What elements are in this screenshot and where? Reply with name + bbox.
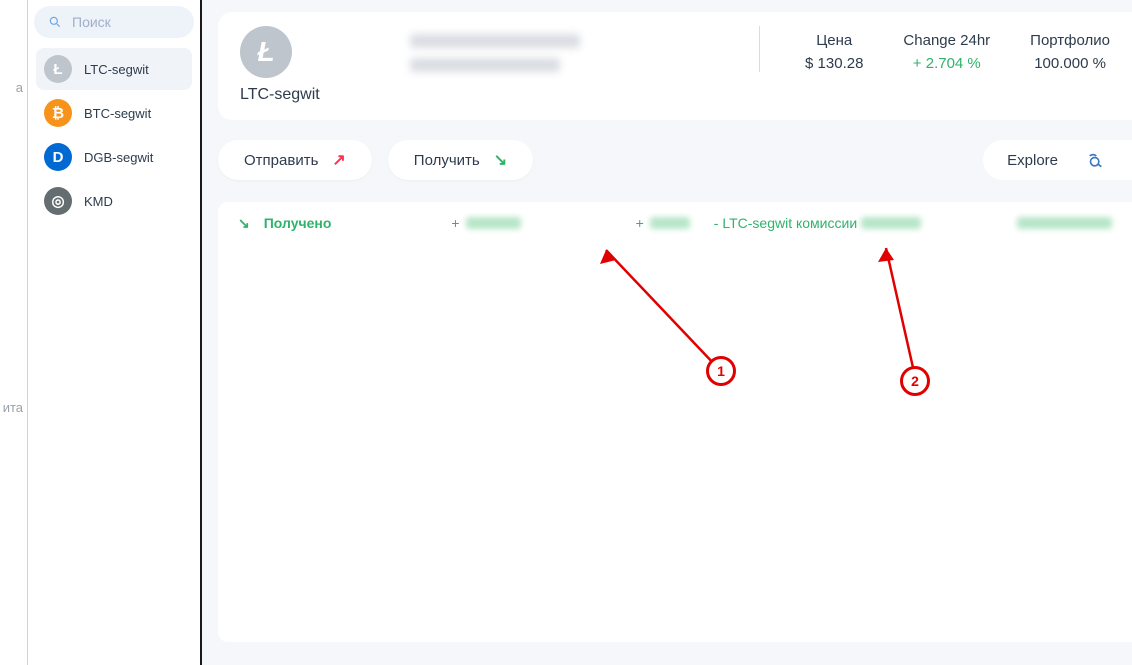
komodo-icon: ◎ bbox=[44, 187, 72, 215]
wallet-item-label: BTC-segwit bbox=[84, 106, 151, 121]
stat-price-label: Цена bbox=[816, 32, 852, 49]
nav-label-1: a bbox=[16, 80, 23, 95]
txn-balance-hidden bbox=[1017, 217, 1112, 229]
search-icon bbox=[48, 15, 62, 29]
sidebar: Ł LTC-segwit ₿ BTC-segwit D DGB-segwit ◎… bbox=[28, 0, 202, 665]
balance-line-1 bbox=[410, 34, 580, 48]
stat-change-label: Change 24hr bbox=[903, 32, 990, 49]
txn-fee-hidden bbox=[861, 217, 921, 229]
coin-block: Ł LTC-segwit bbox=[240, 26, 320, 104]
wallet-title: LTC-segwit bbox=[240, 86, 320, 104]
arrow-receive-icon: ↘ bbox=[238, 215, 250, 232]
search-box[interactable] bbox=[34, 6, 194, 38]
annotation-badge-1: 1 bbox=[706, 356, 736, 386]
stats-block: Цена $ 130.28 Change 24hr + 2.704 % Порт… bbox=[759, 26, 1110, 72]
annotation-2: 2 bbox=[858, 240, 938, 395]
nav-strip: a ита bbox=[0, 0, 28, 665]
nav-label-2: ита bbox=[3, 400, 23, 415]
stat-price: Цена $ 130.28 bbox=[805, 32, 863, 72]
explorer-icon bbox=[1088, 151, 1108, 169]
transaction-row[interactable]: ↘ Получено + + - LTC-segwit комиссии bbox=[218, 202, 1132, 244]
wallet-item-label: KMD bbox=[84, 194, 113, 209]
search-input[interactable] bbox=[72, 14, 180, 30]
wallet-list: Ł LTC-segwit ₿ BTC-segwit D DGB-segwit ◎… bbox=[34, 48, 194, 222]
litecoin-icon: Ł bbox=[240, 26, 292, 78]
explore-label: Explore bbox=[1007, 152, 1058, 169]
annotation-1: 1 bbox=[588, 240, 748, 385]
receive-button-label: Получить bbox=[414, 152, 480, 169]
bitcoin-icon: ₿ bbox=[44, 99, 72, 127]
arrow-receive-icon: ↘ bbox=[494, 150, 507, 170]
stat-change: Change 24hr + 2.704 % bbox=[903, 32, 990, 72]
stat-price-value: $ 130.28 bbox=[805, 55, 863, 72]
litecoin-icon: Ł bbox=[44, 55, 72, 83]
balance-line-2 bbox=[410, 58, 560, 72]
transactions-card: ↘ Получено + + - LTC-segwit комиссии 1 bbox=[218, 202, 1132, 642]
wallet-item-dgb[interactable]: D DGB-segwit bbox=[36, 136, 192, 178]
txn-fiat-plus: + bbox=[636, 215, 644, 231]
main-panel: Ł LTC-segwit Цена $ 130.28 Change 24hr +… bbox=[202, 0, 1132, 665]
txn-amount-hidden bbox=[466, 217, 521, 229]
annotation-badge-2: 2 bbox=[900, 366, 930, 396]
wallet-item-label: DGB-segwit bbox=[84, 150, 153, 165]
arrow-send-icon: ↗ bbox=[332, 150, 345, 170]
txn-amount-plus: + bbox=[451, 215, 459, 231]
wallet-item-btc[interactable]: ₿ BTC-segwit bbox=[36, 92, 192, 134]
send-button[interactable]: Отправить ↗ bbox=[218, 140, 372, 180]
digibyte-icon: D bbox=[44, 143, 72, 171]
stat-change-value: + 2.704 % bbox=[913, 55, 981, 72]
stat-portfolio-label: Портфолио bbox=[1030, 32, 1110, 49]
wallet-item-kmd[interactable]: ◎ KMD bbox=[36, 180, 192, 222]
stat-portfolio-value: 100.000 % bbox=[1034, 55, 1106, 72]
txn-status: Получено bbox=[264, 215, 332, 231]
wallet-header: Ł LTC-segwit Цена $ 130.28 Change 24hr +… bbox=[218, 12, 1132, 120]
wallet-item-ltc[interactable]: Ł LTC-segwit bbox=[36, 48, 192, 90]
txn-fiat-hidden bbox=[650, 217, 690, 229]
explore-button[interactable]: Explore bbox=[983, 140, 1132, 180]
receive-button[interactable]: Получить ↘ bbox=[388, 140, 533, 180]
actions-row: Отправить ↗ Получить ↘ Explore bbox=[218, 140, 1132, 180]
wallet-item-label: LTC-segwit bbox=[84, 62, 149, 77]
annotation-arrow-2 bbox=[858, 240, 938, 390]
balance-hidden bbox=[410, 26, 580, 72]
send-button-label: Отправить bbox=[244, 152, 318, 169]
txn-fee-label: - LTC-segwit комиссии bbox=[714, 215, 857, 231]
stat-portfolio: Портфолио 100.000 % bbox=[1030, 32, 1110, 72]
annotation-arrow-1 bbox=[588, 240, 748, 380]
